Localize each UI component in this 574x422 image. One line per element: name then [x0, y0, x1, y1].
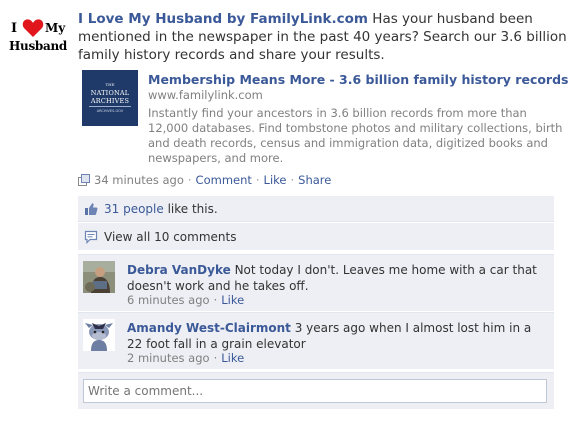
profile-pic-text-husband: Husband [9, 39, 67, 53]
attachment-domain: www.familylink.com [148, 88, 263, 102]
profile-pic-text-my: My [45, 21, 66, 35]
comment-bubble-icon [84, 230, 98, 244]
link-attachment: THE NATIONAL ARCHIVES ARCHIVES.GOV Membe… [78, 70, 569, 170]
likes-text: 31 people like this. [104, 202, 218, 216]
thumbs-up-icon [85, 203, 98, 215]
comment-link[interactable]: Comment [196, 173, 252, 187]
comment-timestamp[interactable]: 2 minutes ago [127, 351, 210, 365]
attachment-title-link[interactable]: Membership Means More - 3.6 billion fami… [148, 72, 569, 87]
attachment-description: Instantly find your ancestors in 3.6 bil… [148, 106, 563, 165]
comment-body: Amandy West-Clairmont 3 years ago when I… [127, 320, 547, 352]
likes-count-link[interactable]: 31 people [104, 202, 164, 216]
comment-timestamp[interactable]: 6 minutes ago [127, 293, 210, 307]
thumb-divider [89, 106, 131, 107]
page-profile-picture[interactable]: I My Husband [8, 10, 67, 60]
separator-dot: · [290, 173, 295, 187]
like-link[interactable]: Like [264, 173, 287, 187]
avatar-photo [83, 261, 115, 293]
comment-input-wrapper [83, 379, 547, 403]
comment-item: Amandy West-Clairmont 3 years ago when I… [78, 312, 554, 369]
likes-suffix: like this. [167, 202, 218, 216]
share-link[interactable]: Share [298, 173, 331, 187]
actor-name-link[interactable]: I Love My Husband by FamilyLink.com [78, 11, 368, 27]
thumb-name-line2: ARCHIVES [90, 97, 130, 105]
separator-dot: · [213, 351, 218, 365]
comment-input[interactable] [84, 380, 546, 402]
national-archives-thumbnail[interactable]: THE NATIONAL ARCHIVES ARCHIVES.GOV [82, 70, 138, 126]
separator-dot: · [255, 173, 260, 187]
story-timestamp[interactable]: 34 minutes ago [94, 173, 184, 187]
thumb-logo-text: NATIONAL ARCHIVES [82, 89, 138, 105]
thumb-name-line1: NATIONAL [90, 89, 130, 97]
story-meta-bar: 34 minutes ago · Comment · Like · Share [78, 173, 331, 189]
eeyore-avatar [83, 319, 115, 351]
comment-meta: 6 minutes ago · Like [127, 293, 244, 307]
thumb-url-text: ARCHIVES.GOV [96, 109, 124, 113]
story-headline: I Love My Husband by FamilyLink.com Has … [78, 10, 568, 64]
commenter-name-link[interactable]: Amandy West-Clairmont [127, 321, 291, 335]
write-comment-row [78, 372, 554, 409]
view-all-comments-link[interactable]: View all 10 comments [104, 230, 236, 244]
comment-body: Debra VanDyke Not today I don't. Leaves … [127, 262, 547, 294]
commenter-avatar[interactable] [83, 261, 115, 293]
commenter-avatar[interactable] [83, 319, 115, 351]
likes-row: 31 people like this. [78, 196, 554, 222]
profile-pic-text-i: I [11, 21, 18, 36]
app-share-icon [78, 174, 90, 186]
comment-meta: 2 minutes ago · Like [127, 351, 244, 365]
view-all-comments-row[interactable]: View all 10 comments [78, 223, 554, 250]
heart-icon [22, 19, 44, 37]
thumb-the-text: THE [105, 82, 115, 87]
comment-like-link[interactable]: Like [221, 351, 244, 365]
comment-like-link[interactable]: Like [221, 293, 244, 307]
separator-dot: · [213, 293, 218, 307]
comment-item: Debra VanDyke Not today I don't. Leaves … [78, 254, 554, 311]
separator-dot: · [187, 173, 192, 187]
commenter-name-link[interactable]: Debra VanDyke [127, 263, 231, 277]
